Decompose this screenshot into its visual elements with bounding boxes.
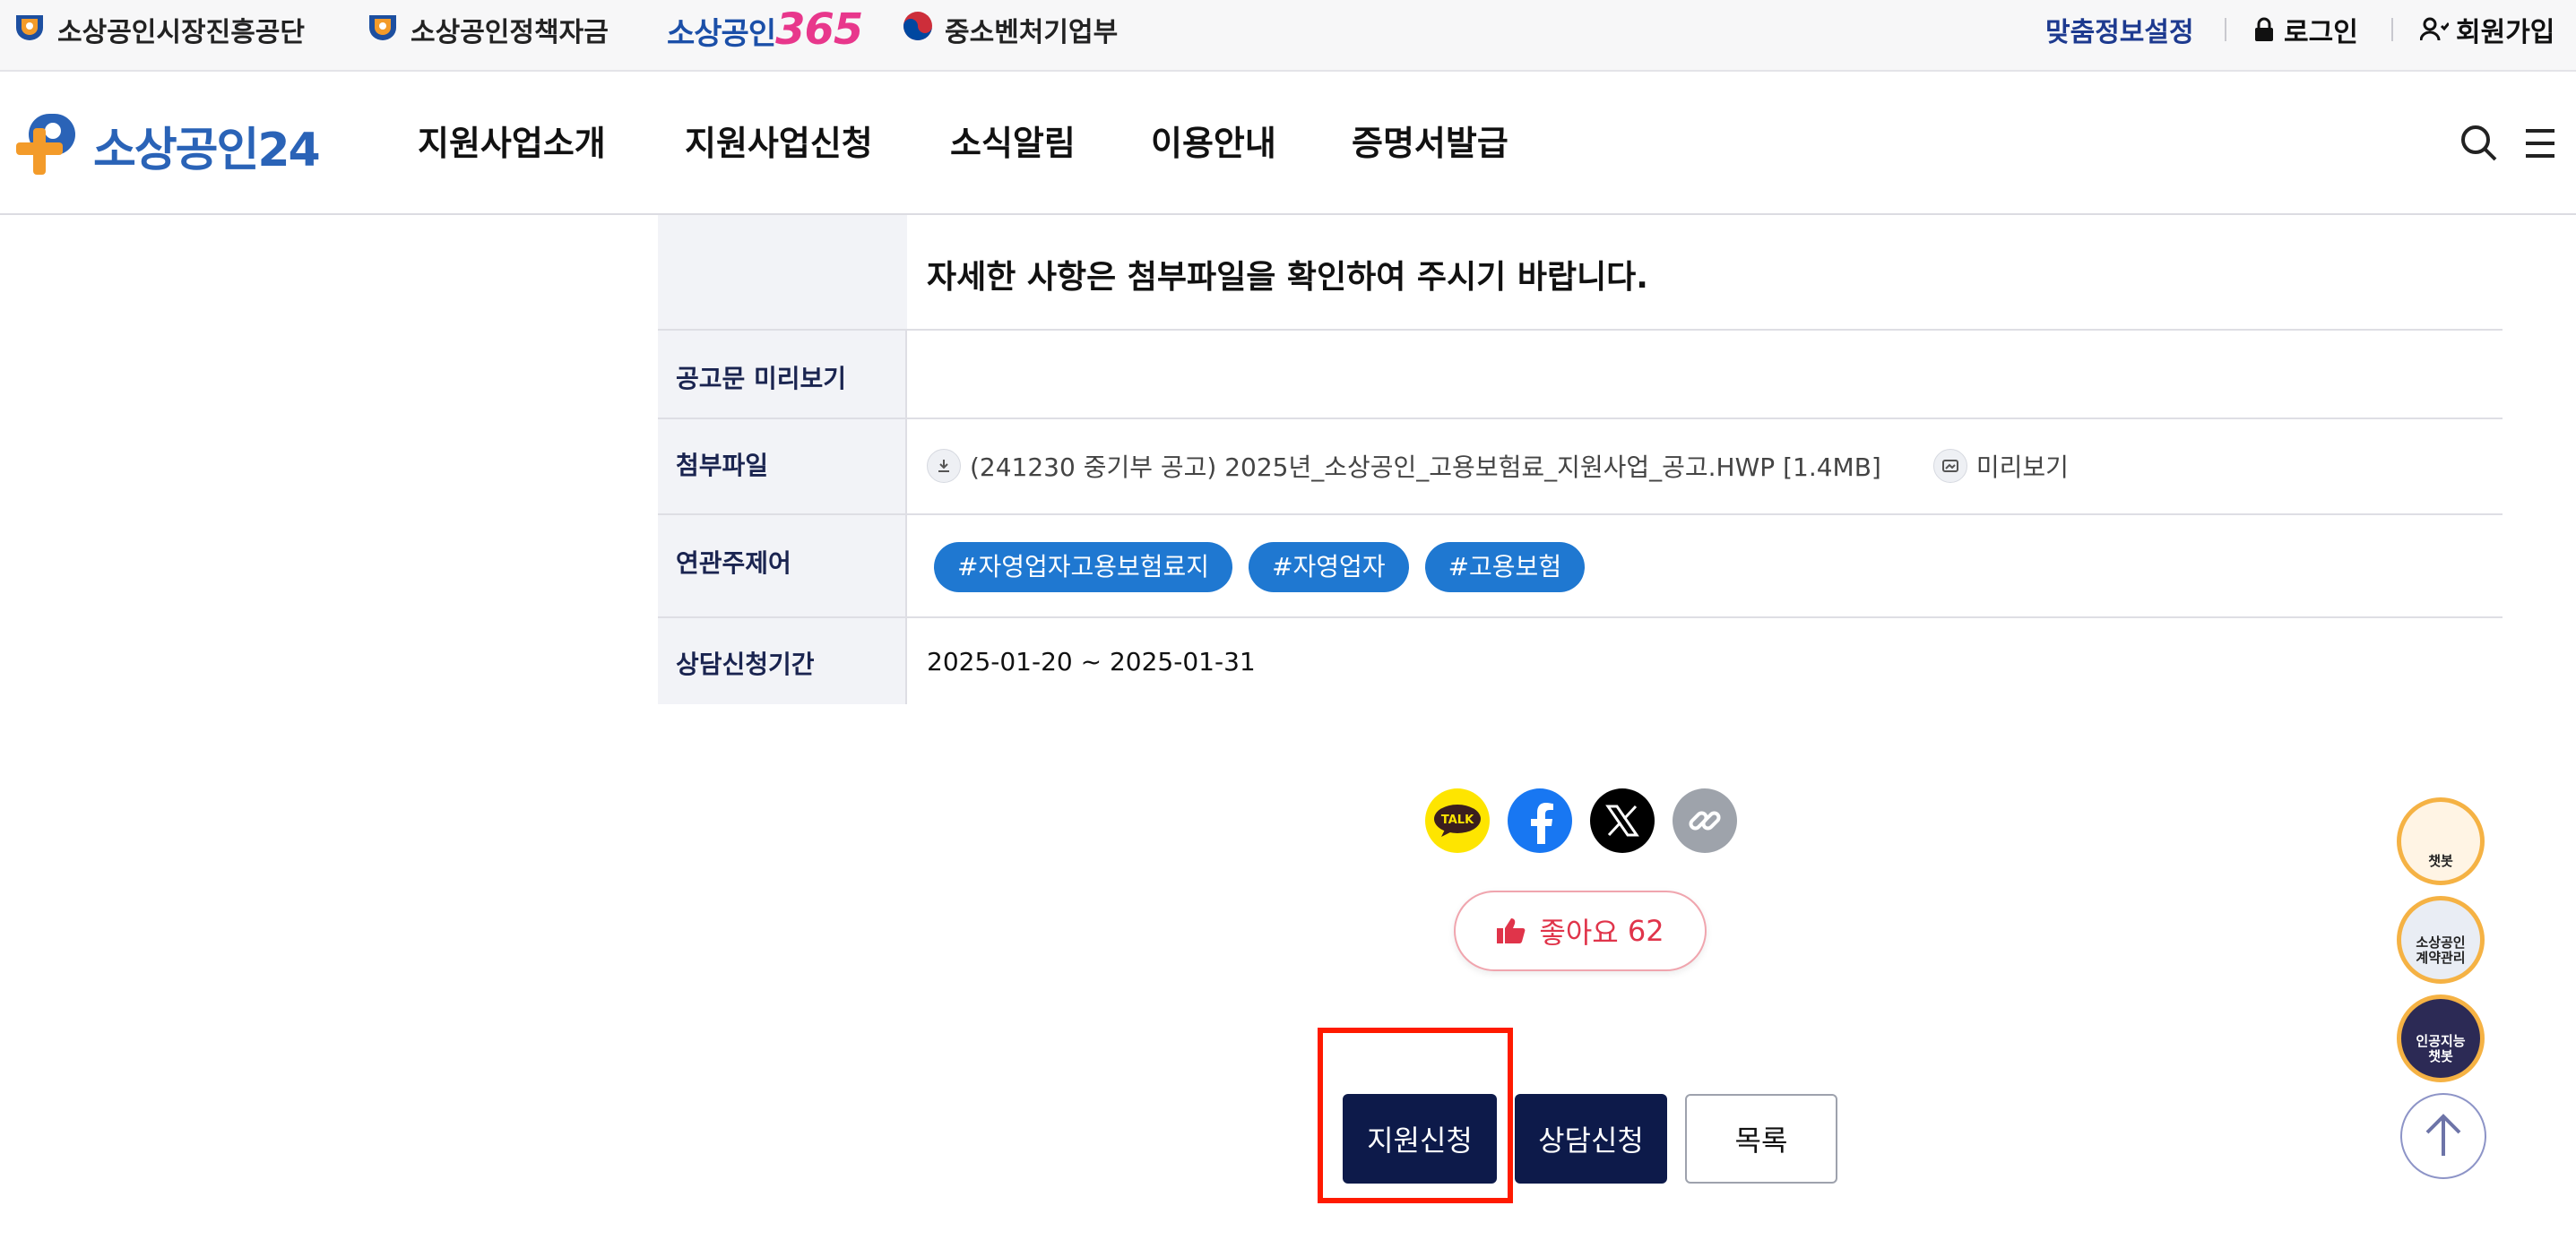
semas-link[interactable]: 소상공인시장진흥공단 — [13, 0, 305, 59]
notice-text: 자세한 사항은 첨부파일을 확인하여 주시기 바랍니다. — [927, 259, 1648, 296]
custom-info-settings-link[interactable]: 맞춤정보설정 — [2045, 0, 2194, 59]
like-label: 좋아요 — [1539, 916, 1619, 950]
lock-icon — [2253, 17, 2275, 42]
like-count: 62 — [1627, 914, 1664, 948]
chatbot-button[interactable]: 챗봇 — [2397, 797, 2485, 885]
policy-fund-link-label: 소상공인정책자금 — [411, 17, 609, 48]
scroll-to-top-button[interactable] — [2400, 1093, 2486, 1179]
table-row: 상담신청기간 2025-01-20 ~ 2025-01-31 — [658, 616, 2503, 704]
attachment-download-link[interactable]: (241230 중기부 공고) 2025년_소상공인_고용보험료_지원사업_공고… — [927, 448, 1881, 484]
table-row: 첨부파일 (241230 중기부 공고) 2025년_소상공인_고용보험료_지원… — [658, 418, 2503, 513]
mss-link[interactable]: 중소벤처기업부 — [902, 0, 1118, 59]
policy-fund-link[interactable]: 소상공인정책자금 — [366, 0, 609, 59]
login-link[interactable]: 로그인 — [2253, 0, 2358, 59]
kakao-talk-text: TALK — [1441, 814, 1474, 827]
divider — [2391, 18, 2393, 41]
table-header-cell — [658, 215, 907, 330]
nav-support-apply[interactable]: 지원사업신청 — [685, 116, 873, 170]
row-label-preview: 공고문 미리보기 — [676, 364, 847, 393]
ai-chatbot-label: 인공지능 챗봇 — [2416, 1033, 2466, 1064]
preview-label: 미리보기 — [1975, 452, 2069, 482]
hamburger-menu-icon[interactable] — [2519, 122, 2562, 165]
row-label-attachment: 첨부파일 — [676, 451, 769, 480]
apply-consultation-button[interactable]: 상담신청 — [1515, 1094, 1667, 1184]
table-header-cell: 공고문 미리보기 — [658, 331, 907, 418]
sosanggongin365-link[interactable]: 소상공인365 — [667, 0, 863, 59]
chatbot-label: 챗봇 — [2428, 852, 2453, 869]
table-header-cell: 상담신청기간 — [658, 618, 907, 704]
nav-support-intro[interactable]: 지원사업소개 — [418, 116, 606, 170]
semas-logo-icon — [13, 12, 47, 47]
arrow-up-icon — [2425, 1114, 2461, 1156]
table-header-cell: 연관주제어 — [658, 515, 907, 616]
row-label-keywords: 연관주제어 — [676, 548, 791, 578]
facebook-icon[interactable] — [1508, 788, 1572, 853]
attachment-cell: (241230 중기부 공고) 2025년_소상공인_고용보험료_지원사업_공고… — [927, 448, 2069, 484]
semas-link-label: 소상공인시장진흥공단 — [57, 17, 305, 48]
divider — [2225, 18, 2226, 41]
login-label: 로그인 — [2284, 17, 2358, 48]
top-utility-bar: 소상공인시장진흥공단 소상공인정책자금 소상공인365 중소벤처기업부 맞춤정보… — [0, 0, 2576, 72]
table-row: 연관주제어 #자영업자고용보험료지 #자영업자 #고용보험 — [658, 513, 2503, 616]
download-icon — [927, 449, 961, 483]
nav-certificates[interactable]: 증명서발급 — [1352, 116, 1508, 170]
keyword-tag[interactable]: #자영업자고용보험료지 — [934, 542, 1233, 592]
kakaotalk-icon[interactable]: TALK — [1425, 788, 1490, 853]
list-button[interactable]: 목록 — [1685, 1094, 1837, 1184]
signup-label: 회원가입 — [2456, 17, 2555, 48]
nav-guide[interactable]: 이용안내 — [1151, 116, 1276, 170]
contract-management-button[interactable]: 소상공인 계약관리 — [2397, 896, 2485, 984]
main-navigation: 소상공인24 지원사업소개 지원사업신청 소식알림 이용안내 증명서발급 — [0, 72, 2576, 215]
table-row: 공고문 미리보기 — [658, 329, 2503, 418]
nav-news[interactable]: 소식알림 — [950, 116, 1076, 170]
x-twitter-icon[interactable] — [1590, 788, 1655, 853]
logo-text: 소상공인24 — [93, 123, 321, 177]
semas-logo-icon — [366, 12, 400, 47]
row-label-consult-period: 상담신청기간 — [676, 650, 815, 679]
mss-link-label: 중소벤처기업부 — [945, 17, 1119, 48]
sosanggongin365-logo: 소상공인365 — [667, 4, 863, 55]
table-header-cell: 첨부파일 — [658, 419, 907, 513]
ai-chatbot-button[interactable]: 인공지능 챗봇 — [2397, 995, 2485, 1082]
thumbs-up-icon — [1497, 918, 1526, 943]
attachment-preview-button[interactable]: 미리보기 — [1932, 448, 2069, 484]
sosanggongin24-logo-mark-icon — [16, 110, 88, 180]
korea-taegeuk-icon — [902, 10, 934, 49]
consult-period-value: 2025-01-20 ~ 2025-01-31 — [927, 647, 1256, 676]
contract-label: 소상공인 계약관리 — [2416, 934, 2466, 966]
attachment-file-name: (241230 중기부 공고) 2025년_소상공인_고용보험료_지원사업_공고… — [970, 452, 1881, 482]
keyword-tag[interactable]: #고용보험 — [1424, 542, 1586, 592]
keyword-tag[interactable]: #자영업자 — [1249, 542, 1409, 592]
signup-link[interactable]: 회원가입 — [2420, 0, 2554, 59]
keywords-cell: #자영업자고용보험료지 #자영업자 #고용보험 — [934, 542, 1601, 592]
preview-icon — [1932, 449, 1967, 483]
link-copy-icon[interactable] — [1673, 788, 1737, 853]
sosanggongin24-logo[interactable]: 소상공인24 — [16, 110, 321, 180]
user-plus-icon — [2420, 17, 2449, 42]
like-button[interactable]: 좋아요 62 — [1454, 891, 1707, 971]
search-icon[interactable] — [2458, 122, 2501, 165]
highlight-box — [1318, 1028, 1513, 1203]
